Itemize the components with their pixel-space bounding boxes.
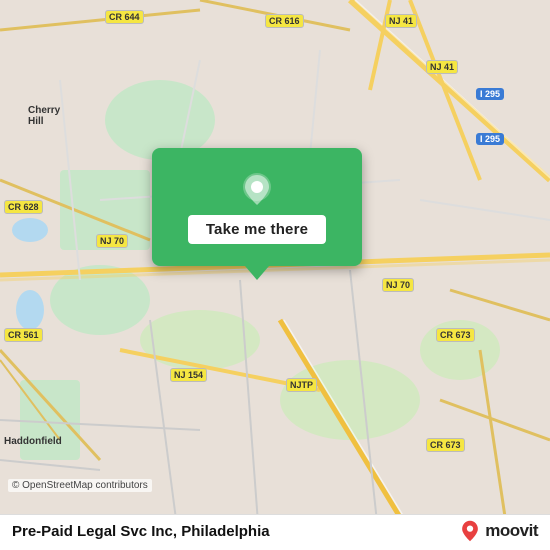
moovit-text-label: moovit — [485, 521, 538, 541]
map-roads-svg — [0, 0, 550, 550]
location-pin-icon — [238, 171, 276, 209]
take-me-there-button[interactable]: Take me there — [188, 215, 326, 244]
bottom-info-bar: Pre-Paid Legal Svc Inc, Philadelphia moo… — [0, 514, 550, 550]
location-popup: Take me there — [152, 148, 362, 266]
moovit-logo: moovit — [459, 520, 538, 542]
osm-attribution: © OpenStreetMap contributors — [8, 479, 152, 492]
map-container: CherryHill Haddonfield CR 644 CR 616 NJ … — [0, 0, 550, 550]
business-name-label: Pre-Paid Legal Svc Inc, Philadelphia — [12, 523, 270, 540]
moovit-pin-icon — [459, 520, 481, 542]
